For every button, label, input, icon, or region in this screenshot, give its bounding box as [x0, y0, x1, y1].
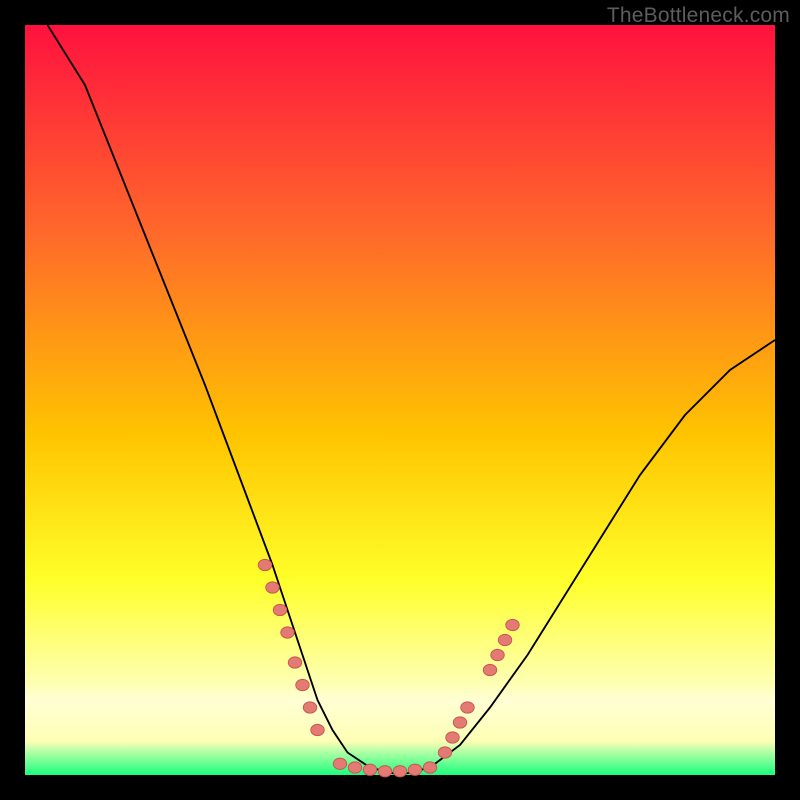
data-dot: [438, 747, 451, 758]
data-dot: [393, 766, 406, 777]
chart-frame: TheBottleneck.com: [0, 0, 800, 800]
data-dot: [348, 762, 361, 773]
data-dot: [498, 634, 512, 645]
watermark-text: TheBottleneck.com: [607, 4, 790, 28]
data-dot: [483, 664, 496, 675]
data-dot: [333, 758, 346, 769]
data-dot: [423, 762, 436, 773]
data-dot: [258, 559, 272, 570]
data-dot: [363, 764, 376, 775]
data-dot: [453, 717, 466, 728]
data-dot: [491, 649, 504, 660]
data-dot: [303, 702, 316, 713]
data-dot: [506, 619, 520, 630]
data-dot: [446, 732, 459, 743]
plot-area: [25, 25, 775, 775]
data-dots: [258, 559, 519, 777]
data-dot: [273, 604, 286, 615]
data-dot: [288, 657, 301, 668]
data-dot: [378, 766, 391, 777]
data-dot: [311, 724, 324, 735]
data-dot: [461, 702, 474, 713]
bottleneck-curve: [48, 25, 776, 775]
data-dot: [408, 764, 421, 775]
chart-svg: [25, 25, 775, 775]
data-dot: [266, 582, 280, 593]
data-dot: [281, 627, 294, 638]
data-dot: [296, 679, 309, 690]
